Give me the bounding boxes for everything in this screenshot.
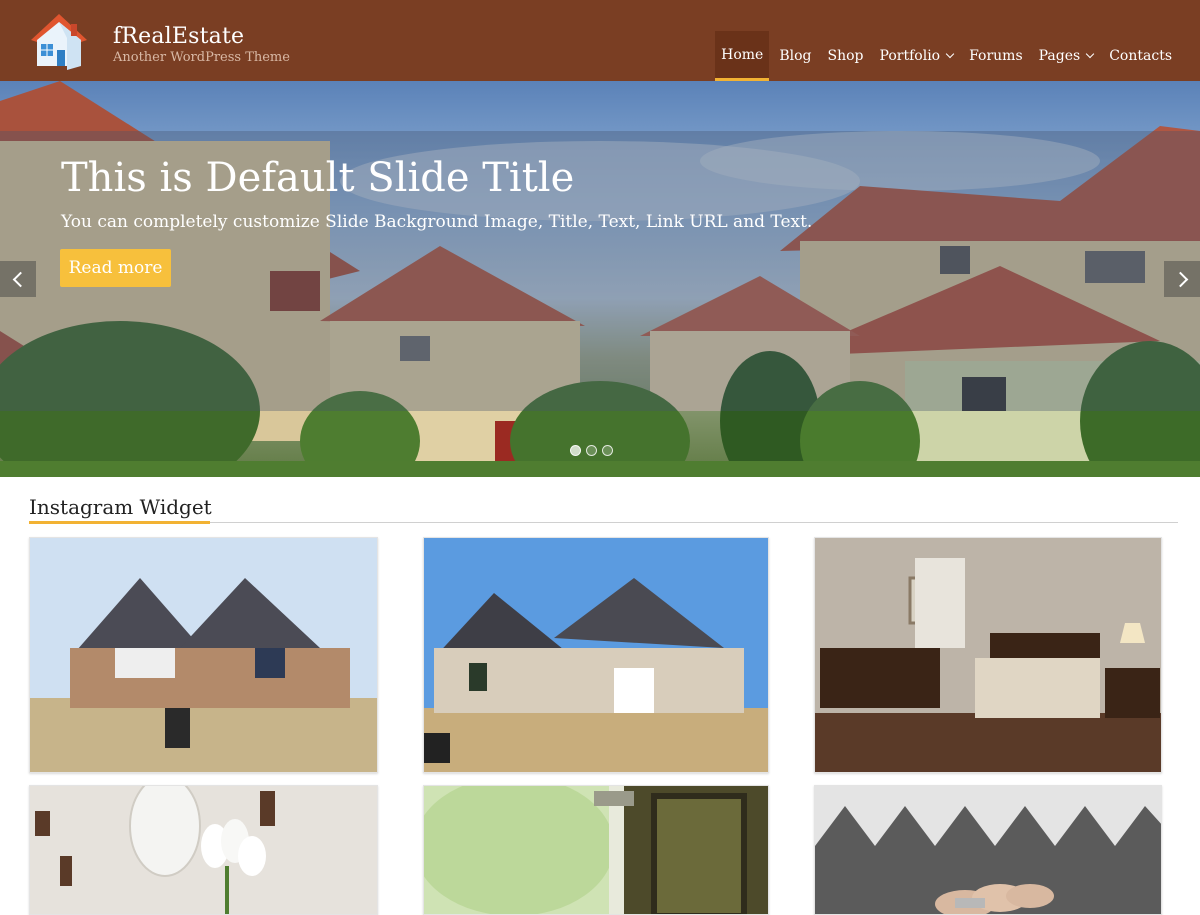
slide-text: You can completely customize Slide Backg…	[61, 212, 813, 232]
chevron-right-icon	[1172, 271, 1188, 287]
site-header: fRealEstate Another WordPress Theme Home…	[0, 0, 1200, 81]
slider-pagination	[570, 445, 613, 456]
widget-title: Instagram Widget	[29, 495, 212, 519]
instagram-photo[interactable]	[423, 785, 769, 915]
instagram-photo[interactable]	[814, 537, 1162, 773]
read-more-button[interactable]: Read more	[60, 249, 171, 287]
main-nav: Home Blog Shop Portfolio Forums Pages Co…	[711, 31, 1178, 81]
widget-title-accent	[29, 521, 210, 524]
nav-item-label: Pages	[1038, 48, 1081, 64]
nav-item-portfolio[interactable]: Portfolio	[874, 31, 960, 81]
nav-item-home[interactable]: Home	[715, 31, 770, 81]
house-logo-icon[interactable]	[27, 10, 91, 74]
slider-dot[interactable]	[602, 445, 613, 456]
slide-title: This is Default Slide Title	[61, 155, 575, 201]
nav-item-label: Contacts	[1109, 48, 1172, 64]
nav-item-contacts[interactable]: Contacts	[1103, 31, 1178, 81]
slider-prev-button[interactable]	[0, 261, 36, 297]
nav-item-label: Blog	[779, 48, 812, 64]
nav-item-blog[interactable]: Blog	[773, 31, 817, 81]
chevron-down-icon	[1085, 49, 1095, 59]
site-title[interactable]: fRealEstate	[113, 24, 244, 49]
instagram-photo[interactable]	[814, 785, 1162, 915]
slider-dot[interactable]	[586, 445, 597, 456]
chevron-down-icon	[945, 49, 955, 59]
site-tagline: Another WordPress Theme	[113, 50, 290, 65]
instagram-photo[interactable]	[29, 785, 378, 915]
hero-slider: This is Default Slide Title You can comp…	[0, 81, 1200, 477]
nav-item-label: Forums	[969, 48, 1023, 64]
nav-item-pages[interactable]: Pages	[1033, 31, 1100, 81]
instagram-photo[interactable]	[423, 537, 769, 773]
nav-item-label: Shop	[827, 48, 864, 64]
instagram-photo[interactable]	[29, 537, 378, 773]
chevron-left-icon	[12, 271, 28, 287]
nav-item-shop[interactable]: Shop	[822, 31, 870, 81]
slider-dot[interactable]	[570, 445, 581, 456]
slider-next-button[interactable]	[1164, 261, 1200, 297]
nav-item-label: Portfolio	[879, 48, 941, 64]
nav-item-label: Home	[721, 46, 764, 63]
nav-item-forums[interactable]: Forums	[963, 31, 1029, 81]
